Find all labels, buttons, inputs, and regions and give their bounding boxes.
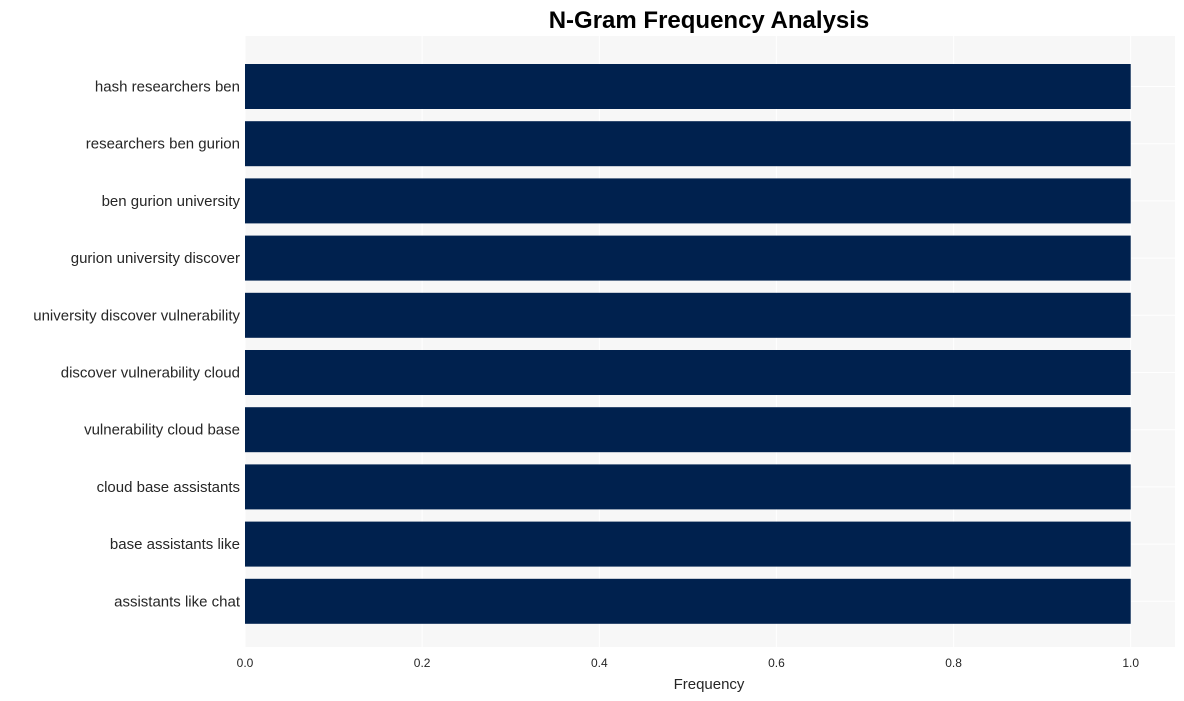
ngram-bar-chart: hash researchers ben researchers ben guri…: [33, 7, 1175, 693]
bar: [245, 350, 1131, 395]
x-tick-label: 1.0: [1122, 656, 1139, 670]
y-tick-label: vulnerability cloud base: [84, 422, 240, 439]
y-tick-label: researchers ben gurion: [86, 136, 240, 153]
bar: [245, 64, 1131, 109]
x-tick-label: 0.8: [945, 656, 962, 670]
y-tick-label: discover vulnerability cloud: [61, 365, 240, 382]
x-tick-label: 0.2: [414, 656, 431, 670]
y-tick-label: cloud base assistants: [97, 479, 240, 496]
bar: [245, 578, 1131, 624]
bar: [245, 407, 1131, 453]
x-tick-label: 0.6: [768, 656, 785, 670]
bar: [245, 292, 1131, 338]
y-tick-label: university discover vulnerability: [33, 307, 240, 324]
y-axis-labels: hash researchers ben researchers ben guri…: [33, 79, 241, 611]
y-tick-label: hash researchers ben: [95, 79, 240, 96]
x-tick-label: 0.0: [237, 656, 254, 670]
bar: [245, 464, 1131, 510]
y-tick-label: ben gurion university: [102, 193, 241, 210]
bar: [245, 178, 1131, 224]
y-tick-label: gurion university discover: [71, 250, 240, 267]
chart-title: N-Gram Frequency Analysis: [549, 7, 870, 34]
x-axis-ticks: 0.0 0.2 0.4 0.6 0.8 1.0: [237, 656, 1140, 670]
bar: [245, 235, 1131, 281]
x-axis-label: Frequency: [674, 676, 745, 693]
bar: [245, 121, 1131, 167]
bar: [245, 521, 1131, 567]
x-tick-label: 0.4: [591, 656, 608, 670]
y-tick-label: assistants like chat: [114, 593, 241, 610]
y-tick-label: base assistants like: [110, 536, 240, 553]
